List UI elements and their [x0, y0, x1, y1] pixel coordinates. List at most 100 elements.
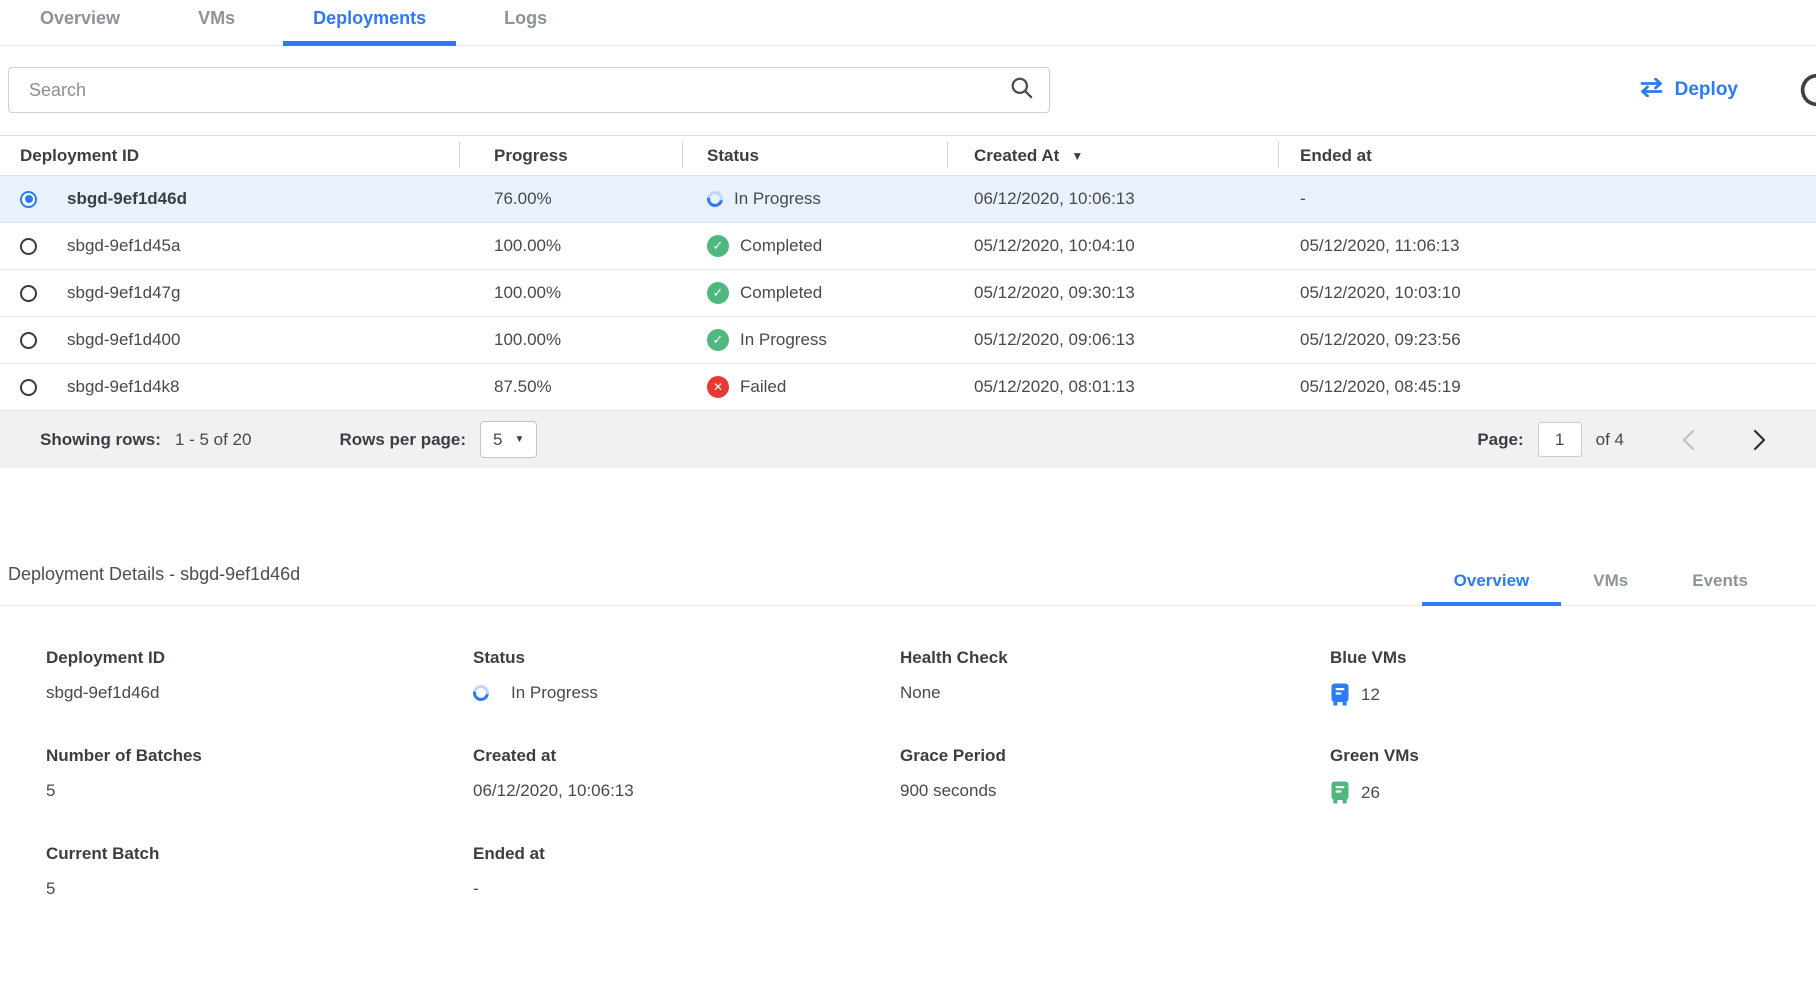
- table-row[interactable]: sbgd-9ef1d46d 76.00% In Progress 06/12/2…: [0, 176, 1816, 223]
- page-number-input[interactable]: 1: [1538, 422, 1582, 457]
- ended-at-value: 05/12/2020, 09:23:56: [1278, 330, 1816, 350]
- deployment-details-section: Deployment Details - sbgd-9ef1d46d Overv…: [0, 564, 1816, 899]
- rows-per-page-label: Rows per page:: [339, 430, 466, 450]
- deployment-id: sbgd-9ef1d46d: [67, 189, 187, 209]
- toolbar: Deploy: [0, 46, 1816, 135]
- field-label: Created at: [473, 746, 900, 766]
- field-value: 900 seconds: [900, 781, 1330, 801]
- status-icon: [707, 282, 729, 304]
- field-value: None: [900, 683, 1330, 703]
- details-tab-events[interactable]: Events: [1660, 571, 1780, 605]
- field-value: 12: [1361, 685, 1380, 705]
- spinner-icon: [470, 682, 492, 704]
- status-label: Completed: [740, 283, 822, 303]
- deployment-id: sbgd-9ef1d400: [67, 330, 180, 350]
- table-header: Deployment ID Progress Status Created At…: [0, 136, 1816, 176]
- radio-button[interactable]: [20, 379, 37, 396]
- field-current-batch: Current Batch 5: [46, 844, 473, 899]
- vm-green-icon: [1330, 781, 1350, 804]
- table-row[interactable]: sbgd-9ef1d4k8 87.50% Failed 05/12/2020, …: [0, 364, 1816, 411]
- radio-button[interactable]: [20, 191, 37, 208]
- column-deployment-id[interactable]: Deployment ID: [0, 136, 459, 175]
- tab-overview[interactable]: Overview: [10, 8, 150, 45]
- progress-value: 76.00%: [459, 189, 682, 209]
- page-total: of 4: [1596, 430, 1624, 450]
- deployments-table: Deployment ID Progress Status Created At…: [0, 135, 1816, 468]
- status-icon: [704, 188, 726, 210]
- previous-page-icon[interactable]: [1682, 429, 1695, 451]
- progress-value: 100.00%: [459, 330, 682, 350]
- created-at-value: 05/12/2020, 08:01:13: [947, 377, 1278, 397]
- field-grace-period: Grace Period 900 seconds: [900, 746, 1330, 804]
- details-tab-vms[interactable]: VMs: [1561, 571, 1660, 605]
- rows-per-page-select[interactable]: 5 ▼: [480, 421, 537, 458]
- field-value: sbgd-9ef1d46d: [46, 683, 473, 703]
- status-label: Failed: [740, 377, 786, 397]
- column-ended-at[interactable]: Ended at: [1278, 136, 1816, 175]
- details-tabs: Overview VMs Events: [1422, 571, 1780, 605]
- field-label: Green VMs: [1330, 746, 1816, 766]
- progress-value: 100.00%: [459, 283, 682, 303]
- tab-vms[interactable]: VMs: [168, 8, 265, 45]
- field-blue-vms: Blue VMs 12: [1330, 648, 1816, 706]
- status-label: In Progress: [740, 330, 827, 350]
- deployments-page: Overview VMs Deployments Logs Deploy Dep…: [0, 0, 1816, 899]
- radio-button[interactable]: [20, 285, 37, 302]
- table-row[interactable]: sbgd-9ef1d47g 100.00% Completed 05/12/20…: [0, 270, 1816, 317]
- swap-arrows-icon: [1639, 78, 1664, 103]
- field-label: Current Batch: [46, 844, 473, 864]
- search-box[interactable]: [8, 67, 1050, 113]
- field-value: 5: [46, 879, 473, 899]
- ended-at-value: 05/12/2020, 08:45:19: [1278, 377, 1816, 397]
- tab-logs[interactable]: Logs: [474, 8, 577, 45]
- rows-per-page-value: 5: [493, 430, 502, 450]
- field-value: 5: [46, 781, 473, 801]
- next-page-icon[interactable]: [1753, 429, 1766, 451]
- created-at-value: 05/12/2020, 09:06:13: [947, 330, 1278, 350]
- refresh-icon[interactable]: [1794, 67, 1816, 113]
- deployment-id: sbgd-9ef1d45a: [67, 236, 180, 256]
- field-label: Status: [473, 648, 900, 668]
- field-label: Grace Period: [900, 746, 1330, 766]
- radio-button[interactable]: [20, 332, 37, 349]
- column-status[interactable]: Status: [682, 136, 947, 175]
- search-icon[interactable]: [1008, 74, 1035, 106]
- created-at-value: 06/12/2020, 10:06:13: [947, 189, 1278, 209]
- deployment-id: sbgd-9ef1d47g: [67, 283, 180, 303]
- table-row[interactable]: sbgd-9ef1d400 100.00% In Progress 05/12/…: [0, 317, 1816, 364]
- details-title: Deployment Details - sbgd-9ef1d46d: [8, 564, 300, 605]
- radio-button[interactable]: [20, 238, 37, 255]
- table-row[interactable]: sbgd-9ef1d45a 100.00% Completed 05/12/20…: [0, 223, 1816, 270]
- page-label: Page:: [1477, 430, 1523, 450]
- created-at-value: 05/12/2020, 09:30:13: [947, 283, 1278, 303]
- status-icon: [707, 235, 729, 257]
- column-created-at-label: Created At: [974, 146, 1059, 166]
- field-label: Health Check: [900, 648, 1330, 668]
- chevron-down-icon: ▼: [515, 434, 525, 445]
- search-input[interactable]: [27, 79, 1008, 102]
- progress-value: 87.50%: [459, 377, 682, 397]
- field-health-check: Health Check None: [900, 648, 1330, 706]
- column-progress[interactable]: Progress: [459, 136, 682, 175]
- field-created-at: Created at 06/12/2020, 10:06:13: [473, 746, 900, 804]
- created-at-value: 05/12/2020, 10:04:10: [947, 236, 1278, 256]
- status-label: In Progress: [734, 189, 821, 209]
- deploy-button-label: Deploy: [1675, 79, 1738, 101]
- field-green-vms: Green VMs 26: [1330, 746, 1816, 804]
- sort-descending-icon[interactable]: ▼: [1071, 149, 1083, 163]
- status-icon: [707, 376, 729, 398]
- details-tab-overview[interactable]: Overview: [1422, 571, 1562, 605]
- field-value: 26: [1361, 783, 1380, 803]
- status-label: Completed: [740, 236, 822, 256]
- column-created-at[interactable]: Created At ▼: [947, 136, 1278, 175]
- main-tabs: Overview VMs Deployments Logs: [0, 0, 1816, 46]
- details-grid: Deployment ID sbgd-9ef1d46d Status In Pr…: [0, 606, 1816, 899]
- field-label: Deployment ID: [46, 648, 473, 668]
- field-ended-at: Ended at -: [473, 844, 900, 899]
- field-value: -: [473, 879, 900, 899]
- deploy-button[interactable]: Deploy: [1639, 78, 1738, 103]
- field-deployment-id: Deployment ID sbgd-9ef1d46d: [46, 648, 473, 706]
- tab-deployments[interactable]: Deployments: [283, 8, 456, 45]
- ended-at-value: 05/12/2020, 10:03:10: [1278, 283, 1816, 303]
- status-icon: [707, 329, 729, 351]
